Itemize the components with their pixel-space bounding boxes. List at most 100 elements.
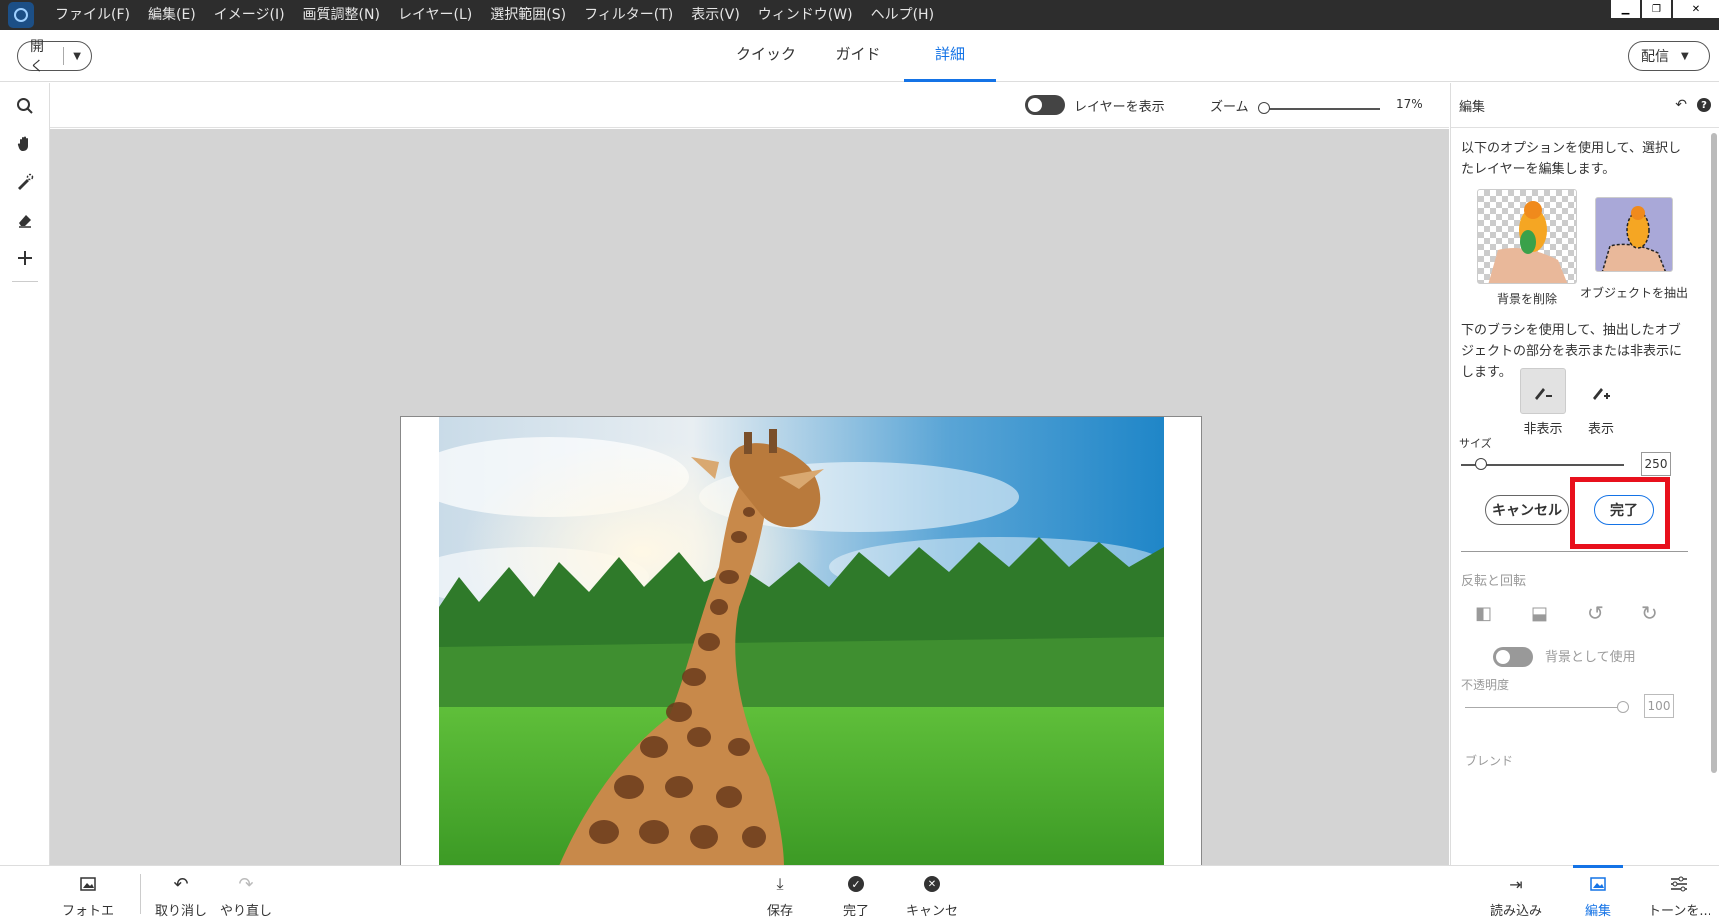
- zoom-label: ズーム: [1210, 100, 1249, 115]
- minimize-icon[interactable]: ▁: [1611, 0, 1640, 18]
- hide-brush-label: 非表示: [1523, 422, 1563, 437]
- menu-image[interactable]: イメージ(I): [205, 0, 294, 30]
- extract-object-option[interactable]: オブジェクトを抽出: [1579, 189, 1689, 301]
- canvas-area[interactable]: [50, 129, 1449, 867]
- menu-select[interactable]: 選択範囲(S): [481, 0, 575, 30]
- options-bar: レイヤーを表示 ズーム 17%: [50, 83, 1449, 128]
- adjustments-icon: [1648, 872, 1710, 896]
- menu-file[interactable]: ファイル(F): [46, 0, 139, 30]
- help-icon[interactable]: ?: [1697, 98, 1711, 112]
- panel-scrollbar[interactable]: [1711, 133, 1717, 773]
- use-as-background-label: 背景として使用: [1545, 650, 1636, 665]
- remove-background-label: 背景を削除: [1496, 292, 1557, 306]
- share-button-label: 配信: [1641, 49, 1669, 65]
- undo-icon: ↶: [173, 873, 189, 895]
- open-button[interactable]: 開く ▼: [17, 39, 92, 75]
- show-brush-button[interactable]: 表示: [1575, 368, 1627, 437]
- save-label: 保存: [766, 904, 793, 919]
- show-layer-label: レイヤーを表示: [1074, 100, 1165, 115]
- zoom-slider[interactable]: [1260, 108, 1380, 110]
- zoom-slider-knob[interactable]: [1258, 102, 1270, 114]
- opacity-label: 不透明度: [1461, 678, 1510, 692]
- use-as-background-toggle[interactable]: [1493, 647, 1533, 667]
- cancel-button[interactable]: キャンセル: [1485, 495, 1569, 525]
- edit-panel-label: 編集: [1584, 904, 1611, 919]
- edit-panel-button[interactable]: 編集: [1573, 865, 1623, 919]
- menu-filter[interactable]: フィルター(T): [575, 0, 682, 30]
- cancel-bottom-button[interactable]: ✕ キャンセル: [900, 872, 964, 920]
- plus-icon[interactable]: [0, 239, 50, 277]
- toolbox: [0, 83, 50, 865]
- panel-title: 編集: [1459, 99, 1486, 115]
- eraser-icon[interactable]: [0, 201, 50, 239]
- open-button-label: 開く: [30, 39, 44, 75]
- hand-icon[interactable]: [0, 125, 50, 163]
- save-button[interactable]: ⤓ 保存: [758, 872, 802, 919]
- edit-panel: 編集 ↶ ? 以下のオプションを使用して、選択したレイヤーを編集します。 背景を…: [1450, 83, 1719, 865]
- tab-expert[interactable]: 詳細: [904, 30, 996, 82]
- tone-panel-button[interactable]: トーンを...: [1648, 872, 1710, 919]
- parrot-icon: [1488, 201, 1568, 283]
- menu-edit[interactable]: 編集(E): [139, 0, 205, 30]
- tab-quick[interactable]: クイック: [720, 30, 812, 82]
- undo-button[interactable]: ↶ 取り消し: [153, 872, 209, 920]
- import-label: 読み込み: [1489, 904, 1542, 919]
- chevron-down-icon[interactable]: ▼: [63, 51, 91, 62]
- remove-background-thumb: [1477, 189, 1577, 284]
- bottom-bar: フォトエリア ↶ 取り消し ↷ やり直し ⤓ 保存 ✓ 完了 ✕ キャンセル ⇥…: [0, 865, 1719, 920]
- size-slider-knob[interactable]: [1475, 458, 1487, 470]
- mode-tabs: クイック ガイド 詳細: [720, 30, 996, 82]
- menu-view[interactable]: 表示(V): [682, 0, 749, 30]
- blend-label: ブレンド: [1465, 754, 1514, 768]
- rotate-right-icon[interactable]: ↻: [1641, 601, 1658, 625]
- brush-plus-icon: [1593, 388, 1610, 400]
- window-controls: ▁ ❐ ✕: [1609, 0, 1719, 18]
- cancel-circle-icon: ✕: [900, 872, 964, 896]
- giraffe-image: [439, 417, 1164, 866]
- redo-button[interactable]: ↷ やり直し: [218, 872, 274, 920]
- rotate-left-icon[interactable]: ↺: [1587, 601, 1604, 625]
- search-icon[interactable]: [0, 87, 50, 125]
- menu-enhance[interactable]: 画質調整(N): [294, 0, 389, 30]
- intro-text: 以下のオプションを使用して、選択したレイヤーを編集します。: [1461, 141, 1681, 177]
- opacity-value[interactable]: 100: [1644, 694, 1674, 718]
- done-button[interactable]: 完了: [1594, 495, 1654, 525]
- flip-vertical-icon[interactable]: ⬓: [1531, 603, 1548, 624]
- menu-help[interactable]: ヘルプ(H): [862, 0, 943, 30]
- tone-panel-label: トーンを...: [1648, 904, 1710, 919]
- show-layer-toggle[interactable]: [1025, 95, 1065, 115]
- parrot-outline-icon: [1601, 206, 1667, 271]
- save-icon: ⤓: [776, 874, 784, 893]
- image-edit-icon: [1581, 872, 1615, 896]
- quick-selection-brush-icon[interactable]: [0, 163, 50, 201]
- giraffe-photo[interactable]: [439, 417, 1164, 866]
- menubar: ファイル(F) 編集(E) イメージ(I) 画質調整(N) レイヤー(L) 選択…: [0, 0, 1719, 30]
- photoshop-elements-icon[interactable]: [8, 2, 34, 28]
- chevron-down-icon: ▼: [1681, 50, 1689, 62]
- show-brush-label: 表示: [1587, 422, 1614, 437]
- import-button[interactable]: ⇥ 読み込み: [1486, 872, 1546, 920]
- cancel-bottom-label: キャンセル: [905, 904, 958, 919]
- hide-brush-button[interactable]: 非表示: [1517, 368, 1569, 437]
- close-icon[interactable]: ✕: [1673, 0, 1719, 18]
- redo-label: やり直し: [219, 904, 272, 919]
- restore-icon[interactable]: ❐: [1642, 0, 1671, 18]
- checkmark-icon: ✓: [834, 872, 878, 896]
- size-value[interactable]: 250: [1641, 452, 1671, 476]
- document[interactable]: [400, 416, 1202, 867]
- remove-background-option[interactable]: 背景を削除: [1475, 189, 1579, 307]
- reset-icon[interactable]: ↶: [1675, 97, 1687, 113]
- flip-horizontal-icon[interactable]: ◧: [1475, 603, 1492, 624]
- opacity-slider-knob[interactable]: [1617, 701, 1629, 713]
- redo-icon: ↷: [238, 873, 254, 895]
- opacity-slider[interactable]: [1465, 707, 1625, 708]
- share-button[interactable]: 配信 ▼: [1628, 41, 1710, 71]
- menu-window[interactable]: ウィンドウ(W): [749, 0, 862, 30]
- done-bottom-button[interactable]: ✓ 完了: [834, 872, 878, 919]
- size-label: サイズ: [1459, 437, 1492, 450]
- menu-layer[interactable]: レイヤー(L): [389, 0, 481, 30]
- done-bottom-label: 完了: [842, 904, 869, 919]
- photo-bin-button[interactable]: フォトエリア: [58, 872, 118, 920]
- tab-guided[interactable]: ガイド: [812, 30, 904, 82]
- undo-label: 取り消し: [154, 904, 207, 919]
